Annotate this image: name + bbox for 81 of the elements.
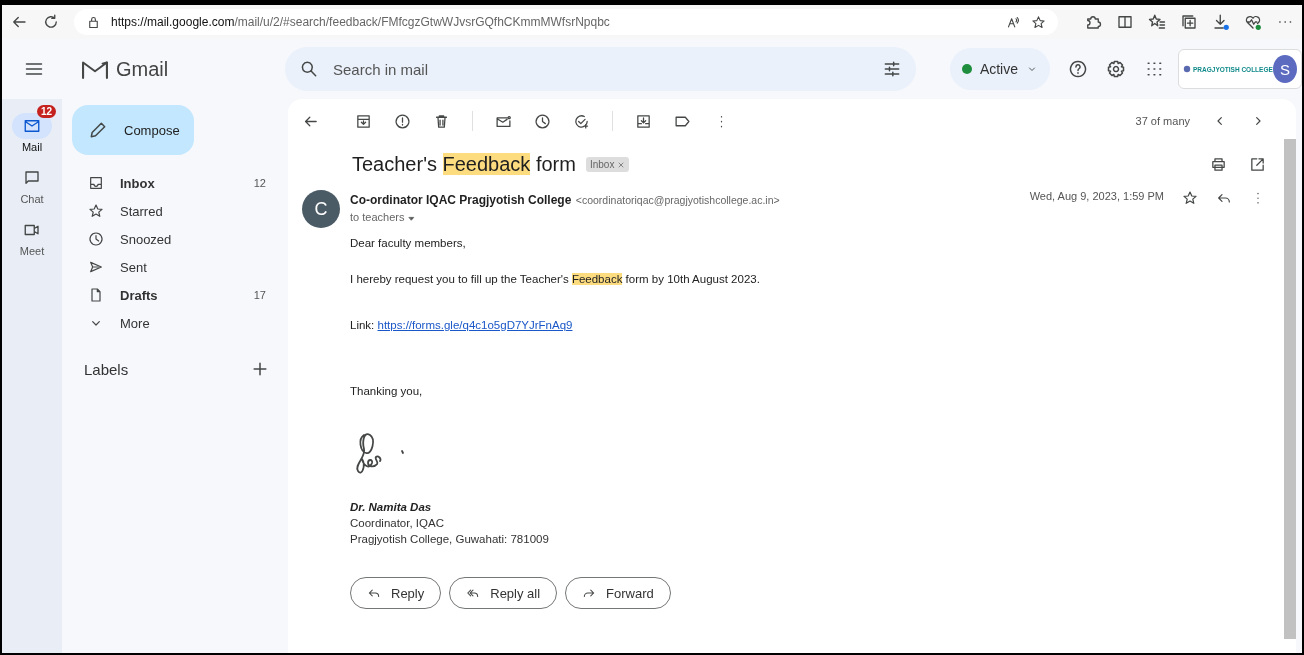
pager-text: 37 of many bbox=[1135, 115, 1190, 127]
folder-item[interactable]: Starred bbox=[72, 197, 288, 225]
rail-label: Meet bbox=[19, 245, 45, 257]
settings-icon[interactable] bbox=[1106, 59, 1126, 79]
puzzle-icon[interactable] bbox=[1084, 13, 1102, 31]
app-name: Gmail bbox=[116, 57, 169, 81]
favorites-icon[interactable] bbox=[1148, 13, 1166, 31]
label-chip[interactable]: Inbox bbox=[585, 157, 630, 172]
close-icon[interactable] bbox=[617, 161, 626, 170]
status-button[interactable]: Active bbox=[949, 48, 1050, 90]
closing-text: Thanking you, bbox=[350, 385, 424, 397]
folder-label: Starred bbox=[120, 203, 164, 219]
clock-icon[interactable] bbox=[534, 112, 551, 130]
email-date: Wed, Aug 9, 2023, 1:59 PM bbox=[1029, 190, 1164, 202]
star-icon bbox=[88, 203, 104, 219]
unread-badge: 12 bbox=[36, 105, 56, 118]
rail-tab[interactable] bbox=[12, 113, 52, 139]
reply-all-button[interactable]: Reply all bbox=[449, 577, 558, 609]
signature-line: Coordinator, IQAC bbox=[350, 517, 445, 529]
sender-name: Co-ordinator IQAC Pragjyotish College bbox=[350, 193, 572, 207]
read-aloud-icon[interactable] bbox=[1006, 14, 1021, 30]
signer-name: Dr. Namita Das bbox=[350, 501, 433, 513]
url-text: https://mail.google.com/mail/u/2/#search/feedback/FMfcgzGtwWJvsrGQfhCKmmMWfsrNpqbc bbox=[111, 15, 611, 29]
help-icon[interactable] bbox=[1068, 59, 1088, 79]
folder-item[interactable]: More bbox=[72, 309, 288, 337]
labels-heading: Labels bbox=[84, 360, 129, 378]
scrollbar-thumb[interactable] bbox=[1284, 139, 1296, 639]
archive-icon[interactable] bbox=[355, 112, 372, 130]
email-subject: Teacher's Feedback form bbox=[352, 153, 576, 176]
folder-item[interactable]: Sent bbox=[72, 253, 288, 281]
open-new-window-icon[interactable] bbox=[1249, 156, 1266, 173]
folder-label: Inbox bbox=[120, 175, 156, 191]
split-screen-icon[interactable] bbox=[1116, 13, 1134, 31]
move-icon[interactable] bbox=[635, 112, 652, 130]
lock-icon bbox=[86, 14, 101, 30]
clock-icon bbox=[88, 231, 104, 247]
collections-icon[interactable] bbox=[1180, 13, 1198, 31]
forward-button[interactable]: Forward bbox=[565, 577, 671, 609]
task-add-icon[interactable] bbox=[573, 112, 590, 130]
form-link[interactable]: https://forms.gle/q4c1o5gD7YJrFnAq9 bbox=[377, 319, 573, 331]
star-icon[interactable] bbox=[1182, 190, 1198, 206]
refresh-icon[interactable] bbox=[42, 13, 60, 31]
heart-monitor-icon[interactable] bbox=[1244, 13, 1262, 31]
folder-label: More bbox=[120, 315, 151, 331]
report-icon[interactable] bbox=[394, 112, 411, 130]
print-icon[interactable] bbox=[1210, 156, 1227, 173]
folder-label: Snoozed bbox=[120, 231, 173, 247]
star-icon[interactable] bbox=[1031, 14, 1046, 30]
avatar[interactable]: S bbox=[1272, 55, 1297, 83]
sender-avatar: C bbox=[302, 190, 340, 228]
recipients-dropdown[interactable]: to teachers bbox=[350, 211, 780, 223]
folder-item[interactable]: Drafts 17 bbox=[72, 281, 288, 309]
greeting-text: Dear faculty members, bbox=[350, 237, 467, 249]
folder-item[interactable]: Inbox 12 bbox=[72, 169, 288, 197]
document-icon bbox=[88, 287, 104, 303]
download-icon[interactable] bbox=[1212, 13, 1230, 31]
address-bar[interactable]: https://mail.google.com/mail/u/2/#search/feedback/FMfcgzGtwWJvsrGQfhCKmmMWfsrNpqbc bbox=[74, 9, 1058, 35]
folder-label: Drafts bbox=[120, 287, 159, 303]
inbox-icon bbox=[88, 175, 104, 191]
reply-button[interactable]: Reply bbox=[350, 577, 442, 609]
mail-icon bbox=[23, 117, 41, 135]
search-field[interactable]: Search in mail bbox=[284, 47, 916, 91]
folder-count: 17 bbox=[253, 289, 266, 301]
trash-icon[interactable] bbox=[433, 112, 450, 130]
search-input[interactable]: Search in mail bbox=[330, 59, 870, 79]
folder-item[interactable]: Snoozed bbox=[72, 225, 288, 253]
gmail-logo-icon bbox=[82, 59, 108, 79]
forward-icon bbox=[582, 586, 597, 600]
rail-label: Chat bbox=[20, 193, 44, 205]
signature-line: Pragjyotish College, Guwahati: 781009 bbox=[350, 533, 550, 545]
send-icon bbox=[88, 259, 104, 275]
chat-icon bbox=[23, 169, 41, 187]
sender-email: <coordinatoriqac@pragjyotishcollege.ac.in> bbox=[575, 194, 780, 206]
folder-count: 12 bbox=[253, 177, 266, 189]
compose-button[interactable]: Compose bbox=[72, 105, 194, 155]
reply-all-icon bbox=[466, 586, 481, 600]
folder-label: Sent bbox=[120, 259, 148, 275]
pencil-icon bbox=[88, 120, 108, 140]
link-label: Link: bbox=[350, 319, 375, 331]
rail-label: Mail bbox=[21, 141, 43, 153]
reply-icon bbox=[367, 586, 381, 600]
